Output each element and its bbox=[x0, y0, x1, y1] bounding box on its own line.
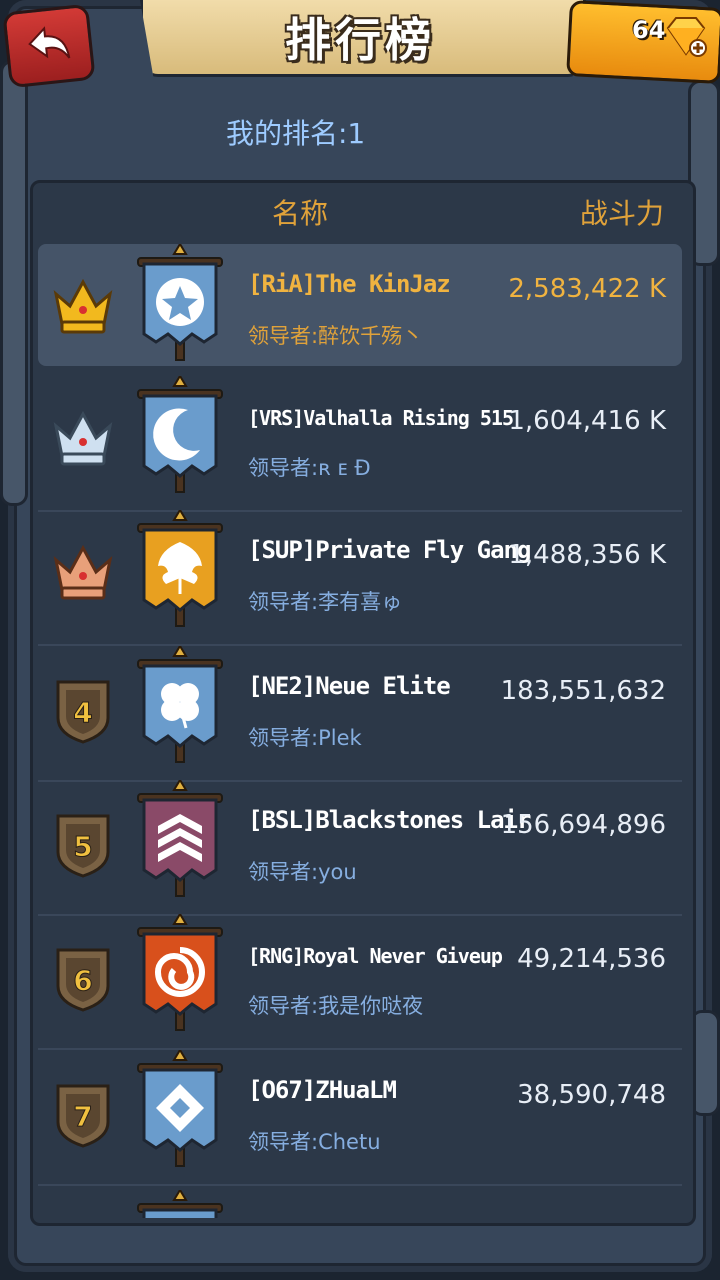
guild-power: 1,604,416 K bbox=[508, 406, 666, 436]
guild-name: [RiA]The KinJaz bbox=[248, 270, 451, 298]
gold-crown-icon bbox=[52, 276, 114, 342]
guild-name: [NE2]Neue Elite bbox=[248, 672, 451, 700]
guild-leader: 领导者:Plek bbox=[248, 726, 362, 750]
rank-shield-icon: 6 bbox=[52, 946, 114, 1012]
page-title: 排行榜 bbox=[285, 13, 435, 67]
guild-power: 2,583,422 K bbox=[508, 274, 666, 304]
guild-power: 1,488,356 K bbox=[508, 540, 666, 570]
gem-plus-icon[interactable] bbox=[664, 14, 708, 58]
guild-power: 38,590,748 bbox=[517, 1080, 666, 1110]
guild-row[interactable]: [RiA]The KinJaz 领导者:醉饮千殇丶 2,583,422 K bbox=[38, 242, 682, 366]
column-header-power: 战斗力 bbox=[579, 197, 664, 230]
guild-leader: 领导者:you bbox=[248, 860, 357, 884]
rank-shield-icon: 7 bbox=[52, 1082, 114, 1148]
rock-edge-left bbox=[0, 60, 28, 506]
svg-text:5: 5 bbox=[73, 830, 92, 863]
gem-count: 64 bbox=[632, 16, 666, 44]
guild-leader: 领导者:我是你哒夜 bbox=[248, 994, 424, 1018]
guild-row[interactable]: 5 [BSL]Blackstones Lair 领导者:you 156,694,… bbox=[38, 778, 682, 916]
guild-name: [O67]ZHuaLM bbox=[248, 1076, 397, 1104]
bronze-crown-icon bbox=[52, 542, 114, 608]
guild-row[interactable]: 7 [O67]ZHuaLM 领导者:Chetu 38,590,748 bbox=[38, 1048, 682, 1186]
guild-banner-chevrons-icon bbox=[130, 778, 230, 900]
guild-leader: 领导者:李有喜ゅ bbox=[248, 590, 403, 614]
guild-name: [RNG]Royal Never Giveup bbox=[248, 944, 503, 968]
guild-row[interactable]: 4 [NE2]Neue Elite 领导者:Plek 183,551,632 bbox=[38, 644, 682, 782]
rank-shield-icon: 4 bbox=[52, 678, 114, 744]
rank-shield-icon: 5 bbox=[52, 812, 114, 878]
guild-name: [BSL]Blackstones Lair bbox=[248, 806, 531, 834]
guild-name: [SUP]Private Fly Gang bbox=[248, 536, 531, 564]
my-rank: 我的排名:1 bbox=[226, 117, 366, 150]
guild-row[interactable]: [SUP]Private Fly Gang 领导者:李有喜ゅ 1,488,356… bbox=[38, 508, 682, 646]
next-row-peek bbox=[130, 1190, 230, 1218]
guild-banner-clover-icon bbox=[130, 644, 230, 766]
guild-row[interactable]: 6 [RNG]Royal Never Giveup 领导者:我是你哒夜 49,2… bbox=[38, 912, 682, 1050]
svg-text:7: 7 bbox=[73, 1100, 92, 1133]
guild-row[interactable]: [VRS]Valhalla Rising 515 领导者:ʀ ᴇ Đ 1,604… bbox=[38, 374, 682, 512]
guild-power: 183,551,632 bbox=[500, 676, 666, 706]
guild-banner-leaf-icon bbox=[130, 508, 230, 630]
guild-power: 156,694,896 bbox=[500, 810, 666, 840]
column-header-name: 名称 bbox=[272, 197, 329, 230]
svg-text:4: 4 bbox=[73, 696, 92, 729]
guild-leader: 领导者:Chetu bbox=[248, 1130, 381, 1154]
svg-text:6: 6 bbox=[73, 964, 92, 997]
guild-power: 49,214,536 bbox=[517, 944, 666, 974]
guild-banner-star-icon bbox=[130, 242, 230, 364]
guild-banner-spiral-icon bbox=[130, 912, 230, 1034]
back-button[interactable] bbox=[2, 3, 96, 89]
guild-banner-diamond-icon bbox=[130, 1048, 230, 1170]
guild-banner-moon-icon bbox=[130, 374, 230, 496]
guild-leader: 领导者:醉饮千殇丶 bbox=[248, 324, 424, 348]
guild-leader: 领导者:ʀ ᴇ Đ bbox=[248, 456, 371, 480]
guild-name: [VRS]Valhalla Rising 515 bbox=[248, 406, 514, 430]
back-arrow-icon bbox=[28, 26, 71, 59]
silver-crown-icon bbox=[52, 408, 114, 474]
